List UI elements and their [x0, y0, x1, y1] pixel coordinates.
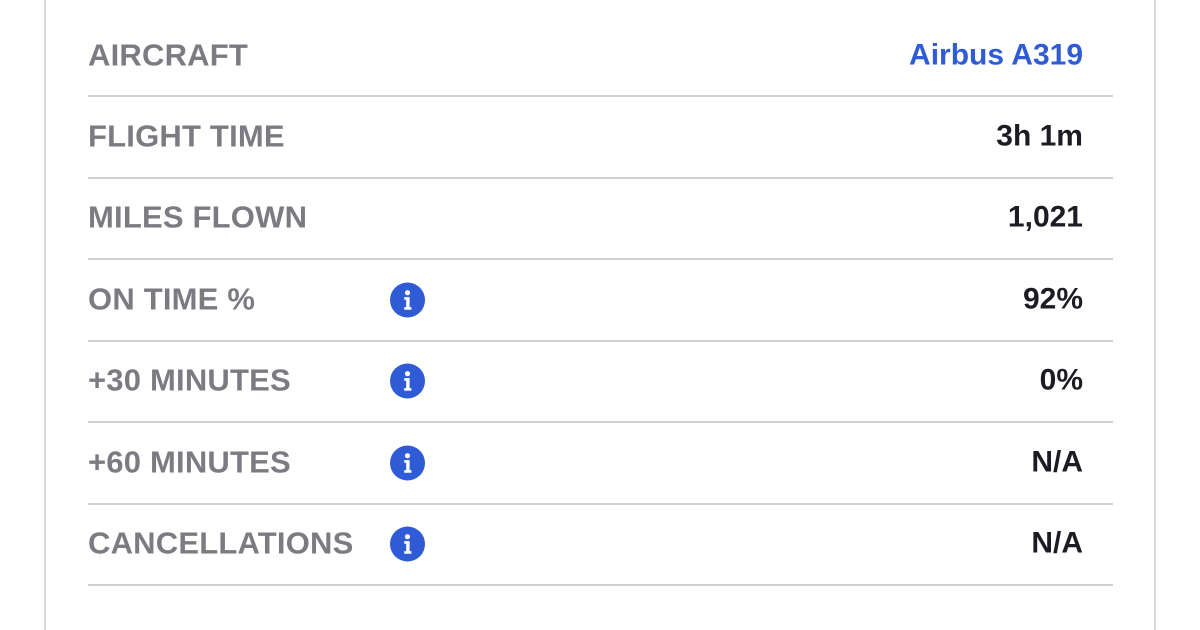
- stat-row-miles-flown: MILES FLOWN 1,021: [88, 179, 1113, 260]
- stat-value: 3h 1m: [996, 119, 1083, 153]
- stat-label: FLIGHT TIME: [88, 118, 285, 154]
- stat-label: CANCELLATIONS: [88, 525, 354, 561]
- stat-label: MILES FLOWN: [88, 199, 308, 235]
- stat-label: +60 MINUTES: [88, 444, 291, 480]
- aircraft-link[interactable]: Airbus A319: [909, 38, 1083, 72]
- stat-row-plus-60-minutes: +60 MINUTES N/A: [88, 423, 1113, 505]
- stat-label: +30 MINUTES: [88, 362, 291, 398]
- stat-value: 92%: [1022, 282, 1083, 316]
- stat-value: 0%: [1039, 363, 1083, 397]
- stat-value: N/A: [1031, 445, 1083, 479]
- stat-label: ON TIME %: [88, 281, 256, 317]
- flight-stats-list: AIRCRAFT Airbus A319 FLIGHT TIME 3h 1m M…: [88, 17, 1113, 586]
- info-icon[interactable]: [390, 445, 425, 481]
- stat-row-aircraft: AIRCRAFT Airbus A319: [88, 17, 1113, 97]
- info-icon[interactable]: [390, 526, 425, 562]
- stat-row-cancellations: CANCELLATIONS N/A: [88, 505, 1113, 586]
- stat-row-plus-30-minutes: +30 MINUTES 0%: [88, 342, 1113, 423]
- stat-label: AIRCRAFT: [88, 37, 249, 73]
- stat-value: N/A: [1031, 526, 1083, 560]
- stat-row-flight-time: FLIGHT TIME 3h 1m: [88, 97, 1113, 179]
- info-icon[interactable]: [390, 282, 425, 318]
- stat-value: 1,021: [1007, 200, 1083, 234]
- stat-row-on-time: ON TIME % 92%: [88, 260, 1113, 342]
- info-icon[interactable]: [390, 363, 425, 399]
